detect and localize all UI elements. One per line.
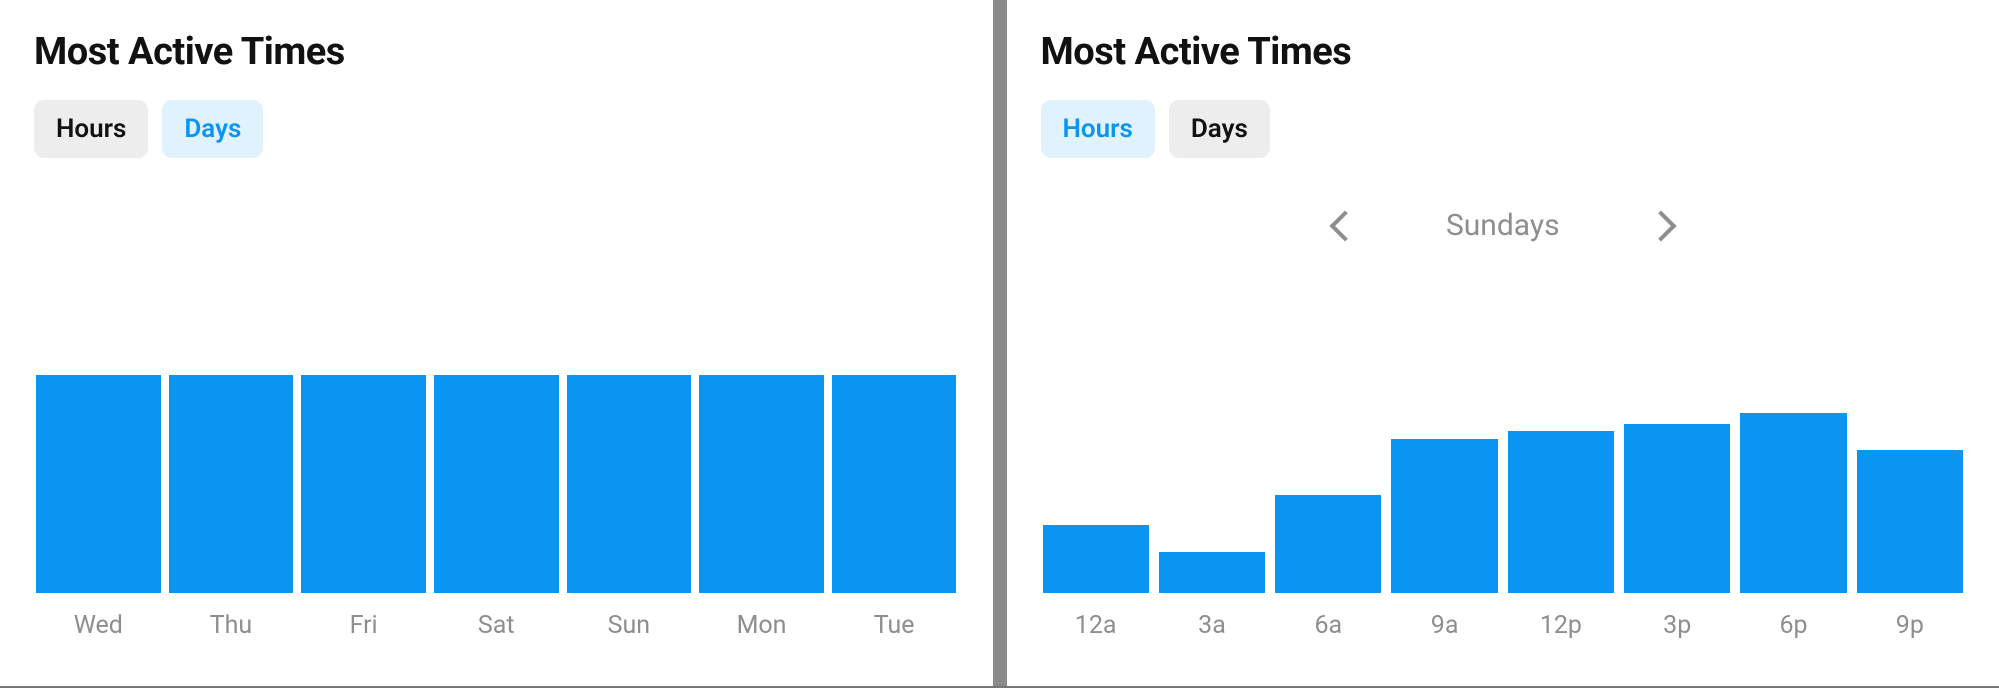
chart-bar[interactable] bbox=[169, 375, 294, 593]
bar-slot: 12a bbox=[1043, 525, 1149, 640]
chart-bar[interactable] bbox=[36, 375, 161, 593]
selected-day-label: Sundays bbox=[1446, 208, 1560, 243]
bar-slot: 12p bbox=[1508, 431, 1614, 640]
days-chart: Wed Thu Fri Sat Sun Mon Tue bbox=[34, 246, 959, 666]
app-root: Most Active Times Hours Days Wed Thu Fri Sa… bbox=[0, 0, 1999, 688]
chart-bar[interactable] bbox=[1857, 450, 1963, 593]
panel-divider bbox=[993, 0, 1007, 686]
day-selector: Sundays bbox=[1041, 208, 1966, 243]
chart-bar-label: 12a bbox=[1075, 611, 1117, 640]
chart-bar-label: Tue bbox=[874, 611, 915, 640]
chevron-left-icon[interactable] bbox=[1329, 210, 1360, 241]
bar-slot: Wed bbox=[36, 375, 161, 640]
days-chart-bars: Wed Thu Fri Sat Sun Mon Tue bbox=[34, 375, 959, 640]
bar-slot: 9p bbox=[1857, 450, 1963, 640]
chart-bar[interactable] bbox=[1740, 413, 1846, 593]
chart-bar-label: 9p bbox=[1896, 611, 1924, 640]
chart-bar-label: 6p bbox=[1779, 611, 1807, 640]
chart-bar[interactable] bbox=[699, 375, 824, 593]
tab-days[interactable]: Days bbox=[162, 100, 263, 158]
tabs: Hours Days bbox=[34, 100, 959, 158]
chart-bar[interactable] bbox=[567, 375, 692, 593]
chart-bar[interactable] bbox=[1275, 495, 1381, 593]
chart-bar-label: Wed bbox=[74, 611, 123, 640]
chart-bar-label: 12p bbox=[1540, 611, 1582, 640]
bar-slot: 6p bbox=[1740, 413, 1846, 640]
chart-bar-label: Sat bbox=[478, 611, 515, 640]
chart-bar[interactable] bbox=[1043, 525, 1149, 593]
tab-days[interactable]: Days bbox=[1169, 100, 1270, 158]
tab-hours[interactable]: Hours bbox=[34, 100, 148, 158]
tabs: Hours Days bbox=[1041, 100, 1966, 158]
bar-slot: Thu bbox=[169, 375, 294, 640]
chart-bar[interactable] bbox=[1624, 424, 1730, 593]
chevron-right-icon[interactable] bbox=[1645, 210, 1676, 241]
panel-title: Most Active Times bbox=[1041, 30, 1966, 74]
bar-slot: Sat bbox=[434, 375, 559, 640]
chart-bar[interactable] bbox=[832, 375, 957, 593]
chart-bar-label: Thu bbox=[210, 611, 252, 640]
bar-slot: Sun bbox=[567, 375, 692, 640]
chart-bar-label: 6a bbox=[1314, 611, 1342, 640]
bar-slot: Tue bbox=[832, 375, 957, 640]
panel-days: Most Active Times Hours Days Wed Thu Fri Sa… bbox=[0, 0, 993, 686]
chart-bar-label: 3a bbox=[1198, 611, 1226, 640]
chart-bar-label: 3p bbox=[1663, 611, 1691, 640]
bar-slot: 6a bbox=[1275, 495, 1381, 640]
chart-bar[interactable] bbox=[1159, 552, 1265, 593]
chart-bar-label: Sun bbox=[608, 611, 650, 640]
bar-slot: Fri bbox=[301, 375, 426, 640]
tab-hours[interactable]: Hours bbox=[1041, 100, 1155, 158]
chart-bar[interactable] bbox=[1391, 439, 1497, 593]
chart-bar[interactable] bbox=[301, 375, 426, 593]
panel-hours: Most Active Times Hours Days Sundays 12a… bbox=[1007, 0, 1999, 686]
panel-title: Most Active Times bbox=[34, 30, 959, 74]
chart-bar[interactable] bbox=[434, 375, 559, 593]
hours-chart: 12a 3a 6a 9a 12p 3p 6p 9p bbox=[1041, 287, 1966, 666]
hours-chart-bars: 12a 3a 6a 9a 12p 3p 6p 9p bbox=[1041, 413, 1966, 640]
chart-bar-label: 9a bbox=[1431, 611, 1459, 640]
bar-slot: 3a bbox=[1159, 552, 1265, 640]
bar-slot: 3p bbox=[1624, 424, 1730, 640]
bar-slot: Mon bbox=[699, 375, 824, 640]
chart-bar-label: Fri bbox=[350, 611, 378, 640]
bar-slot: 9a bbox=[1391, 439, 1497, 640]
chart-bar-label: Mon bbox=[737, 611, 787, 640]
chart-bar[interactable] bbox=[1508, 431, 1614, 593]
